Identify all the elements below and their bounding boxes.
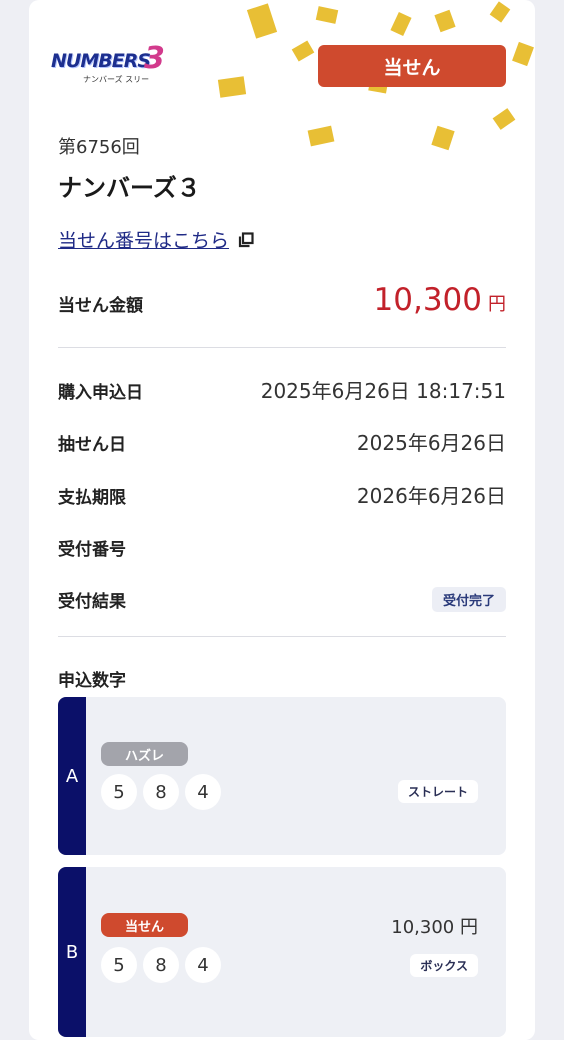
prize-unit: 円: [488, 294, 506, 315]
entry-numbers: 5 8 4: [101, 774, 221, 810]
game-name: ナンバーズ３: [58, 174, 201, 202]
divider: [58, 636, 506, 637]
prize-label: 当せん金額: [58, 296, 143, 316]
bet-type-chip: ボックス: [410, 954, 478, 977]
win-status-banner: 当せん: [318, 45, 506, 87]
entry-card-a: A ハズレ 5 8 4 ストレート: [58, 697, 506, 855]
receipt-result-label: 受付結果: [58, 592, 126, 612]
confetti-piece: [492, 108, 516, 130]
prize-row: 当せん金額 10,300 円: [58, 282, 506, 324]
entries-title: 申込数字: [58, 671, 126, 691]
entry-prize-amount: 10,300 円: [391, 917, 478, 938]
result-tag-win: 当せん: [101, 913, 188, 937]
payment-deadline-value: 2026年6月26日: [356, 484, 506, 508]
confetti-piece: [434, 9, 456, 33]
confetti-piece: [217, 76, 247, 98]
divider: [58, 347, 506, 348]
winning-numbers-link-label: 当せん番号はこちら: [58, 230, 230, 252]
draw-date-row: 抽せん日 2025年6月26日: [58, 427, 506, 457]
logo-subtitle: ナンバーズ スリー: [83, 75, 150, 84]
confetti-piece: [291, 40, 315, 62]
confetti-piece: [315, 6, 339, 24]
number-ball: 5: [101, 774, 137, 810]
receipt-result-row: 受付結果 受付完了: [58, 584, 506, 614]
winning-numbers-link[interactable]: 当せん番号はこちら: [58, 226, 254, 253]
receipt-number-label: 受付番号: [58, 540, 126, 560]
draw-date-value: 2025年6月26日: [356, 431, 506, 455]
payment-deadline-label: 支払期限: [58, 488, 126, 508]
confetti-piece: [390, 11, 412, 37]
prize-amount: 10,300: [373, 282, 482, 318]
payment-deadline-row: 支払期限 2026年6月26日: [58, 480, 506, 510]
number-ball: 4: [185, 947, 221, 983]
number-ball: 5: [101, 947, 137, 983]
entry-card-b: B 当せん 10,300 円 5 8 4 ボックス: [58, 867, 506, 1037]
receipt-status-badge: 受付完了: [431, 587, 506, 612]
receipt-number-row: 受付番号: [58, 532, 506, 562]
number-ball: 8: [143, 947, 179, 983]
confetti-piece: [512, 41, 534, 67]
number-ball: 4: [185, 774, 221, 810]
entry-numbers: 5 8 4: [101, 947, 221, 983]
external-window-icon: [238, 231, 254, 247]
entry-letter: B: [58, 867, 86, 1037]
draw-date-label: 抽せん日: [58, 435, 126, 455]
purchase-date-value: 2025年6月26日 18:17:51: [260, 379, 506, 403]
confetti-piece: [489, 1, 511, 23]
prize-value: 10,300 円: [374, 282, 506, 318]
logo-digit: 3: [144, 41, 165, 76]
purchase-date-row: 購入申込日 2025年6月26日 18:17:51: [58, 375, 506, 405]
draw-number: 第6756回: [58, 137, 140, 158]
confetti-piece: [307, 125, 335, 147]
entry-letter: A: [58, 697, 86, 855]
number-ball: 8: [143, 774, 179, 810]
ticket-card: NUMBERS 3 ナンバーズ スリー 当せん 第6756回 ナンバーズ３ 当せ…: [29, 0, 535, 1040]
bet-type-chip: ストレート: [397, 780, 478, 803]
logo-text: NUMBERS: [51, 50, 151, 72]
numbers3-logo: NUMBERS 3 ナンバーズ スリー: [51, 44, 171, 90]
confetti-piece: [246, 3, 278, 39]
confetti-piece: [431, 125, 455, 151]
purchase-date-label: 購入申込日: [58, 383, 143, 403]
result-tag-lose: ハズレ: [101, 742, 188, 766]
